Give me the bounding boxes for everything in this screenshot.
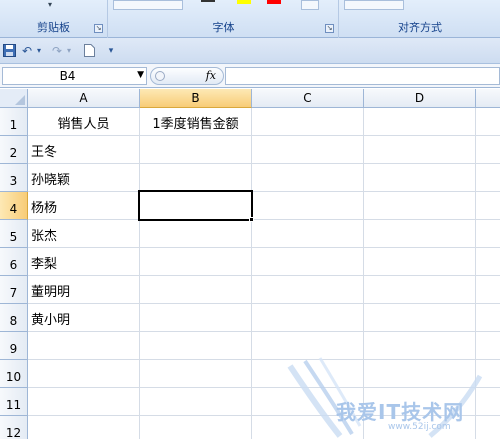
fill-handle[interactable] <box>249 217 254 222</box>
ribbon-group-label: 对齐方式 <box>398 21 442 34</box>
quick-access-toolbar: ↶ ▾ ↷ ▾ ▾ <box>0 38 500 64</box>
insert-function-icon[interactable]: fx <box>206 69 216 82</box>
ribbon-group-font: 字体 ↘ <box>109 0 339 38</box>
column-header-a[interactable]: A <box>28 89 140 108</box>
cell-a8[interactable]: 黄小明 <box>28 304 140 332</box>
underline-button-icon[interactable] <box>201 0 215 2</box>
ribbon-group-clipboard: ▾ 剪贴板 ↘ <box>0 0 108 38</box>
cell-b9[interactable] <box>140 332 252 360</box>
row-header[interactable]: 12 <box>0 416 28 439</box>
cell-a1[interactable]: 销售人员 <box>28 108 140 136</box>
insert-function-control: fx <box>150 67 224 85</box>
undo-icon[interactable]: ↶ <box>20 44 34 58</box>
redo-dropdown-icon[interactable]: ▾ <box>65 44 73 58</box>
ribbon-group-label: 剪贴板 <box>37 21 70 34</box>
align-button[interactable] <box>344 0 404 10</box>
cell-b6[interactable] <box>140 248 252 276</box>
cell-a10[interactable] <box>28 360 140 388</box>
cell-a2[interactable]: 王冬 <box>28 136 140 164</box>
name-box[interactable]: B4 ▼ <box>2 67 147 85</box>
row-header[interactable]: 3 <box>0 164 28 192</box>
expand-handle-icon[interactable] <box>155 71 165 81</box>
dialog-launcher-icon[interactable]: ↘ <box>94 24 103 33</box>
cell-a6[interactable]: 李梨 <box>28 248 140 276</box>
row-header[interactable]: 7 <box>0 276 28 304</box>
cell-a3[interactable]: 孙晓颖 <box>28 164 140 192</box>
cell-a12[interactable] <box>28 416 140 439</box>
row-header[interactable]: 5 <box>0 220 28 248</box>
row-header[interactable]: 8 <box>0 304 28 332</box>
ribbon: ▾ 剪贴板 ↘ 字体 ↘ 对齐方式 <box>0 0 500 38</box>
cell-a7[interactable]: 董明明 <box>28 276 140 304</box>
formula-bar: B4 ▼ fx <box>0 64 500 88</box>
font-small-button[interactable] <box>301 0 319 10</box>
cell-b10[interactable] <box>140 360 252 388</box>
row-header[interactable]: 11 <box>0 388 28 416</box>
watermark-url: www.52ij.com <box>388 422 451 432</box>
cell-b7[interactable] <box>140 276 252 304</box>
cell-a5[interactable]: 张杰 <box>28 220 140 248</box>
cell-b1[interactable]: 1季度销售金额 <box>140 108 252 136</box>
name-box-value: B4 <box>59 69 76 83</box>
cell-a9[interactable] <box>28 332 140 360</box>
formula-input[interactable] <box>225 67 500 85</box>
row-header[interactable]: 6 <box>0 248 28 276</box>
row-header-selected[interactable]: 4 <box>0 192 28 220</box>
customize-qat-icon[interactable]: ▾ <box>106 44 116 58</box>
column-header-d[interactable]: D <box>364 89 476 108</box>
select-all-corner[interactable] <box>0 89 28 108</box>
redo-icon[interactable]: ↷ <box>50 44 64 58</box>
watermark: 我爱IT技术网 www.52ij.com <box>280 356 500 439</box>
dialog-launcher-icon[interactable]: ↘ <box>325 24 334 33</box>
cell-a11[interactable] <box>28 388 140 416</box>
row-header[interactable]: 10 <box>0 360 28 388</box>
highlight-color-swatch[interactable] <box>237 0 251 4</box>
new-document-icon[interactable] <box>82 44 96 58</box>
cell-b2[interactable] <box>140 136 252 164</box>
save-icon[interactable] <box>2 44 16 58</box>
column-header-e[interactable] <box>476 89 500 108</box>
row-header[interactable]: 1 <box>0 108 28 136</box>
cell-b3[interactable] <box>140 164 252 192</box>
cell-a4[interactable]: 杨杨 <box>28 192 140 220</box>
column-header-b[interactable]: B <box>140 89 252 108</box>
cell-b8[interactable] <box>140 304 252 332</box>
font-color-swatch[interactable] <box>267 0 281 4</box>
font-button[interactable] <box>113 0 183 10</box>
cell-b5[interactable] <box>140 220 252 248</box>
watermark-text: 我爱IT技术网 <box>336 400 465 424</box>
undo-dropdown-icon[interactable]: ▾ <box>35 44 43 58</box>
name-box-dropdown-icon[interactable]: ▼ <box>137 70 144 80</box>
cell-b11[interactable] <box>140 388 252 416</box>
ribbon-group-alignment: 对齐方式 <box>340 0 500 38</box>
ribbon-group-label: 字体 <box>212 21 235 34</box>
paste-dropdown-arrow-icon[interactable]: ▾ <box>48 0 52 9</box>
active-cell-border <box>138 190 253 221</box>
column-header-c[interactable]: C <box>252 89 364 108</box>
cell-b12[interactable] <box>140 416 252 439</box>
row-header[interactable]: 9 <box>0 332 28 360</box>
row-header[interactable]: 2 <box>0 136 28 164</box>
